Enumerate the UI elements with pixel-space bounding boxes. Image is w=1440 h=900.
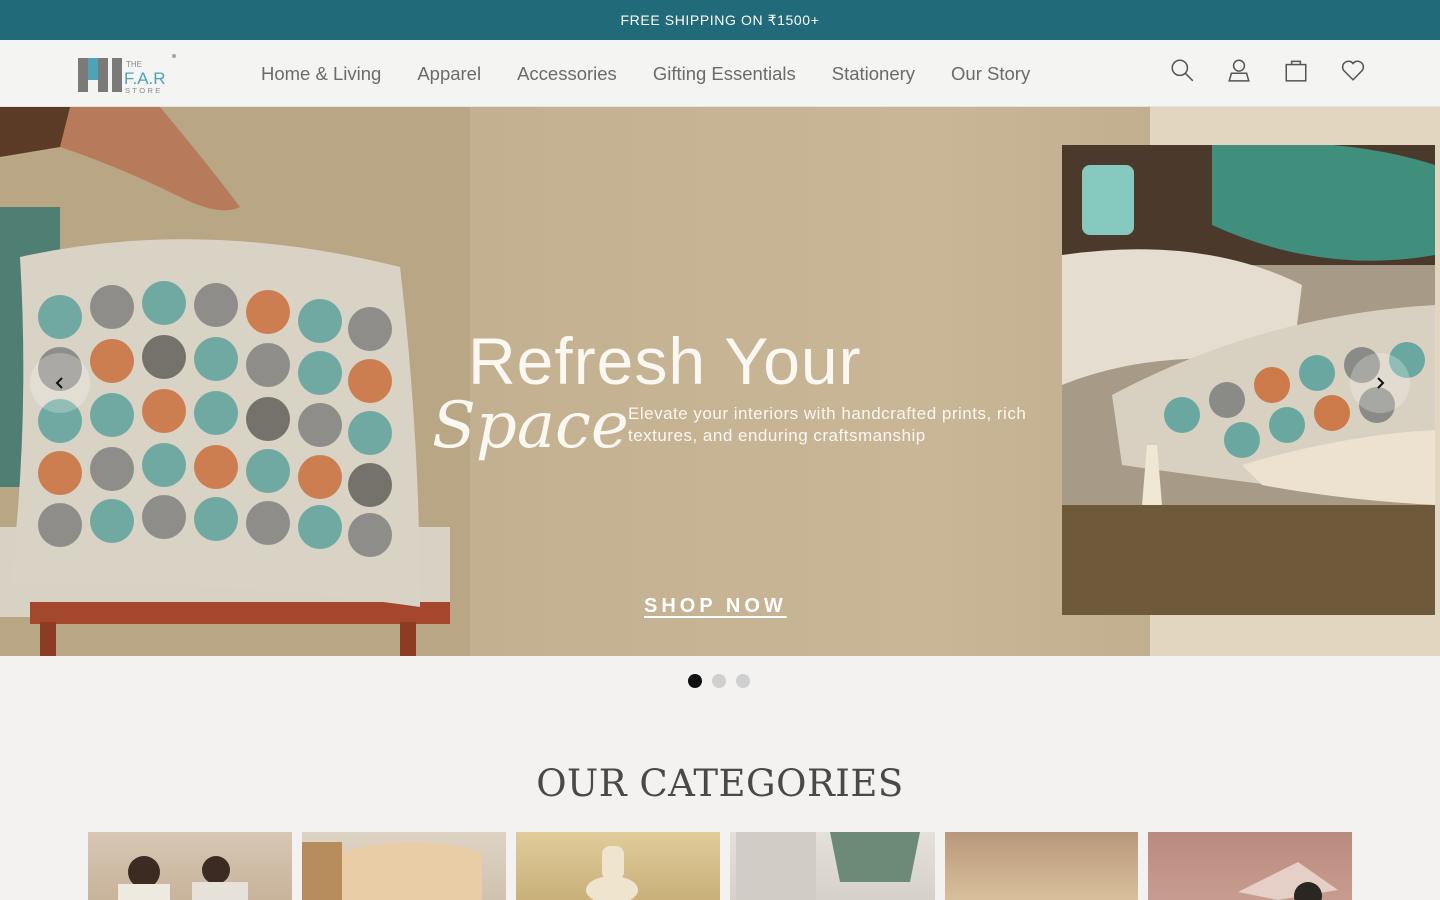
logo-bottom-text: STORE [125, 86, 163, 95]
category-card-stationery[interactable] [1148, 832, 1352, 900]
shop-now-link[interactable]: SHOP NOW [644, 595, 787, 618]
logo-mark: THE F.A.R STORE [78, 54, 176, 95]
account-button[interactable] [1223, 54, 1255, 86]
brand-logo[interactable]: THE F.A.R STORE [76, 52, 180, 98]
slider-pagination [688, 674, 760, 688]
categories-heading: OUR CATEGORIES [536, 762, 904, 805]
nav-item-our-story[interactable]: Our Story [951, 63, 1030, 85]
account-icon [1228, 59, 1250, 82]
logo-top-text: THE [126, 60, 142, 69]
search-button[interactable] [1166, 54, 1198, 86]
announcement-bar: FREE SHIPPING ON ₹1500+ [0, 0, 1440, 40]
category-image [1238, 862, 1338, 900]
slider-dot-2[interactable] [712, 674, 726, 688]
announcement-text: FREE SHIPPING ON ₹1500+ [620, 11, 820, 28]
hero-script-word: Space [432, 389, 629, 463]
cart-icon [1285, 60, 1307, 82]
category-card-home-living[interactable] [302, 832, 506, 900]
category-image [118, 856, 248, 900]
category-image [586, 846, 638, 900]
nav-item-accessories[interactable]: Accessories [517, 63, 617, 85]
slider-dot-3[interactable] [736, 674, 750, 688]
category-card-accessories[interactable] [730, 832, 935, 900]
nav-item-gifting-essentials[interactable]: Gifting Essentials [653, 63, 796, 85]
search-icon [1171, 59, 1194, 82]
main-nav: Home & Living Apparel Accessories Giftin… [261, 40, 1066, 107]
category-card-apparel[interactable] [88, 832, 292, 900]
chevron-right-icon [1377, 377, 1385, 389]
nav-item-home-living[interactable]: Home & Living [261, 63, 381, 85]
nav-item-apparel[interactable]: Apparel [417, 63, 481, 85]
wishlist-button[interactable] [1337, 54, 1369, 86]
category-image [736, 832, 920, 900]
chevron-left-icon [55, 377, 63, 389]
slider-dot-1[interactable] [688, 674, 702, 688]
header-actions [1166, 54, 1394, 86]
hero-subtext: Elevate your interiors with handcrafted … [628, 404, 1027, 445]
category-card-decor[interactable] [945, 832, 1138, 900]
category-image [302, 842, 482, 900]
hero-banner[interactable]: Refresh Your Space Elevate your interior… [0, 107, 1440, 656]
slider-next-button[interactable] [1350, 353, 1410, 413]
category-card-gifting[interactable] [516, 832, 720, 900]
cart-button[interactable] [1280, 54, 1312, 86]
nav-item-stationery[interactable]: Stationery [832, 63, 915, 85]
site-header: THE F.A.R STORE Home & Living Apparel Ac… [0, 40, 1440, 107]
hero-headline: Refresh Your [468, 324, 862, 398]
slider-prev-button[interactable] [30, 353, 90, 413]
wishlist-icon [1341, 60, 1365, 81]
